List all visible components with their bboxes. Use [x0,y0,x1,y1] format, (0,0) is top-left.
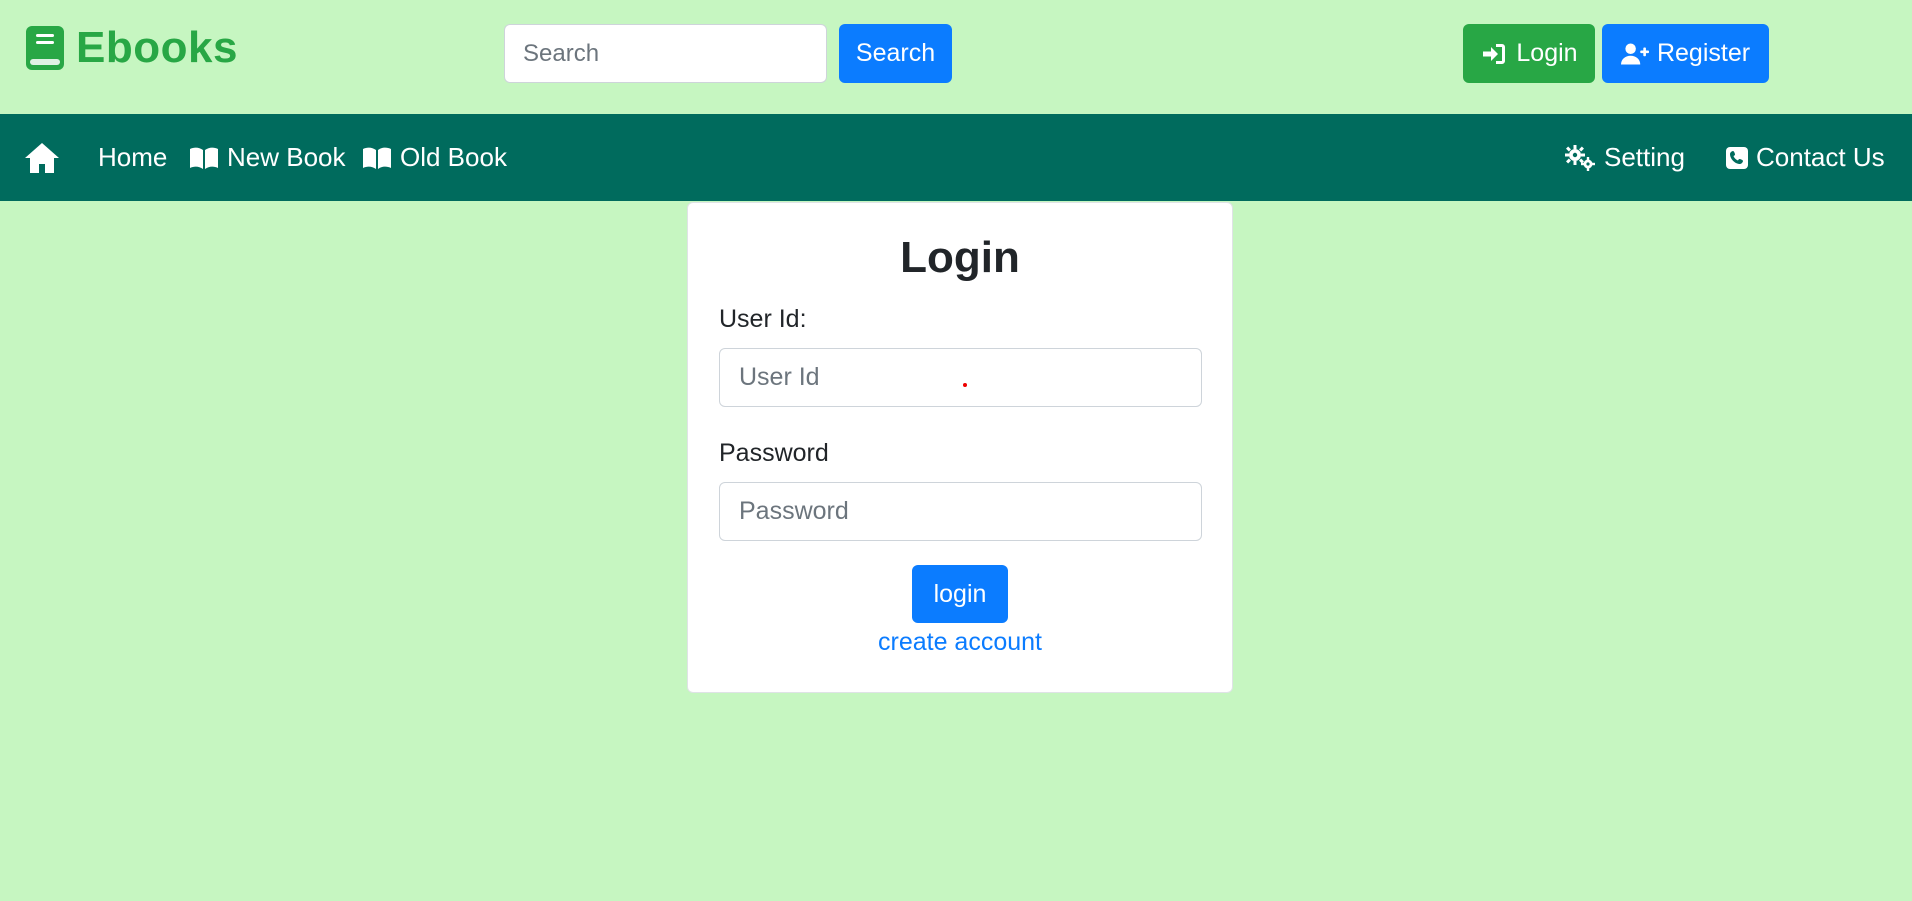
password-label: Password [719,439,829,467]
home-icon [25,142,59,173]
search-input[interactable] [504,24,827,83]
password-input[interactable] [719,482,1202,541]
user-plus-icon [1620,43,1649,64]
nav-setting[interactable]: Setting [1564,114,1685,201]
nav-new-book[interactable]: New Book [189,114,346,201]
brand-name: Ebooks [76,23,238,72]
search-button[interactable]: Search [839,24,952,83]
login-submit-button[interactable]: login [912,565,1008,623]
main-navbar: Home New Book Old Book Setting Contact U… [0,114,1912,201]
phone-square-icon [1726,146,1748,170]
nav-home[interactable]: Home [98,114,167,201]
cursor-marker [963,383,967,387]
nav-setting-label: Setting [1604,142,1685,172]
book-icon [26,26,64,70]
sign-in-icon [1483,43,1506,64]
open-book-icon [362,146,392,170]
login-submit-label: login [933,579,987,608]
register-button[interactable]: Register [1602,24,1769,83]
nav-old-book[interactable]: Old Book [362,114,507,201]
nav-contact-label: Contact Us [1756,142,1885,172]
open-book-icon [189,146,219,170]
brand-logo[interactable]: Ebooks [24,24,238,72]
nav-contact-us[interactable]: Contact Us [1726,114,1885,201]
top-header: Ebooks Search Login Register [0,0,1912,114]
user-id-label: User Id: [719,305,807,333]
nav-home-icon-link[interactable] [24,114,60,201]
login-header-button[interactable]: Login [1463,24,1595,83]
create-account-link[interactable]: create account [688,628,1232,657]
nav-new-book-label: New Book [227,142,346,172]
nav-old-book-label: Old Book [400,142,507,172]
register-label: Register [1656,39,1751,67]
user-id-input[interactable] [719,348,1202,407]
login-title: Login [900,233,1020,282]
login-header-label: Login [1516,39,1578,67]
gears-icon [1564,144,1596,172]
login-card: Login User Id: Password login create acc… [687,202,1233,693]
nav-home-label: Home [98,142,168,172]
search-button-label: Search [855,39,936,67]
